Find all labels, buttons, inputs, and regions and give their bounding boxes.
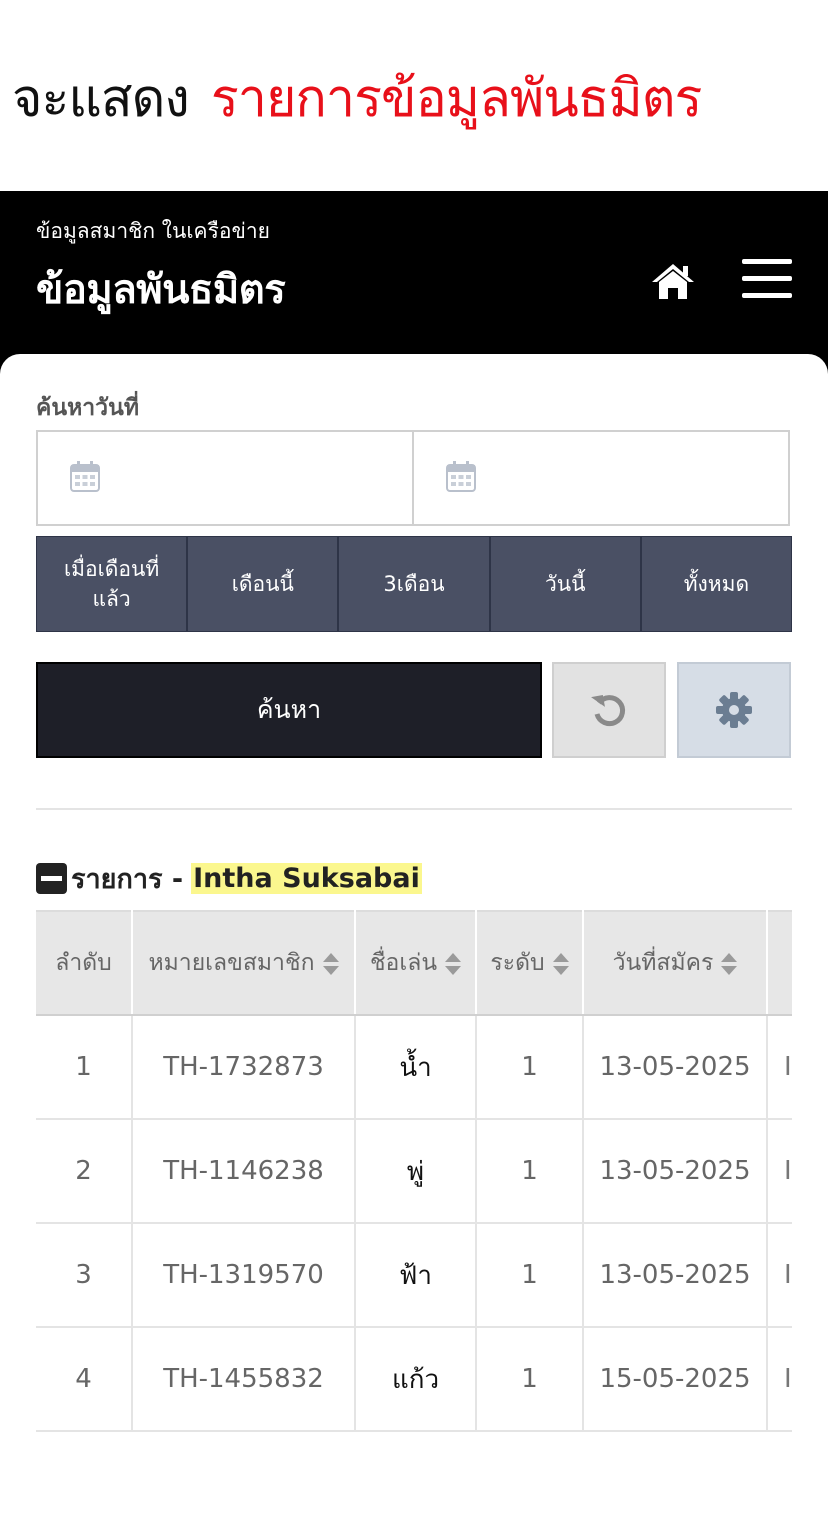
column-header-nickname[interactable]: ชื่อเล่น (355, 910, 477, 1016)
cell-joined-date: 15-05-2025 (583, 1327, 768, 1432)
settings-button[interactable] (677, 662, 791, 758)
filter-this-month-button[interactable]: เดือนนี้ (188, 537, 340, 631)
page-title: ข้อมูลพันธมิตร (36, 267, 286, 313)
list-header: รายการ - Intha Suksabai (36, 858, 422, 898)
cell-nickname: น้ำ (355, 1015, 477, 1120)
table-row[interactable]: 4 TH-1455832 แก้ว 1 15-05-2025 In (36, 1327, 792, 1432)
cell-order: 3 (36, 1223, 133, 1328)
reset-button[interactable] (552, 662, 666, 758)
cell-nickname: พู่ (355, 1119, 477, 1224)
cell-level: 1 (476, 1327, 584, 1432)
column-header-level[interactable]: ระดับ (476, 910, 584, 1016)
filter-today-button[interactable]: วันนี้ (490, 537, 642, 631)
cell-order: 4 (36, 1327, 133, 1432)
cell-level: 1 (476, 1015, 584, 1120)
table-row[interactable]: 1 TH-1732873 น้ำ 1 13-05-2025 In (36, 1015, 792, 1120)
date-from-field[interactable] (38, 432, 414, 524)
column-header-member-id[interactable]: หมายเลขสมาชิก (132, 910, 356, 1016)
home-icon[interactable] (650, 261, 696, 301)
cell-level: 1 (476, 1223, 584, 1328)
hamburger-menu-icon[interactable] (742, 259, 794, 301)
date-range-picker (36, 430, 790, 526)
cell-member-id: TH-1146238 (132, 1119, 356, 1224)
search-button[interactable]: ค้นหา (36, 662, 542, 758)
cell-joined-date: 13-05-2025 (583, 1015, 768, 1120)
cell-extra: In (767, 1015, 792, 1120)
promo-caption: จะแสดง รายการข้อมูลพันธมิตร (12, 64, 703, 144)
cell-member-id: TH-1455832 (132, 1327, 356, 1432)
cell-nickname: แก้ว (355, 1327, 477, 1432)
sort-icon[interactable] (721, 952, 738, 976)
cell-extra: In (767, 1119, 792, 1224)
column-header-order: ลำดับ (36, 910, 133, 1016)
sort-icon[interactable] (552, 952, 569, 976)
column-header-extra (767, 910, 792, 1016)
partner-table: ลำดับ หมายเลขสมาชิก ชื่อเล่น ระดับ วันที… (36, 910, 792, 1432)
cell-member-id: TH-1732873 (132, 1015, 356, 1120)
calendar-icon (446, 461, 476, 492)
cell-extra: In (767, 1223, 792, 1328)
list-title-label: รายการ - (71, 863, 184, 895)
column-header-joined-date[interactable]: วันที่สมัคร (583, 910, 768, 1016)
filter-last-month-button[interactable]: เมื่อเดือนที่แล้ว (37, 537, 189, 631)
table-header-row: ลำดับ หมายเลขสมาชิก ชื่อเล่น ระดับ วันที… (36, 910, 792, 1016)
date-to-field[interactable] (414, 432, 788, 524)
list-owner-name: Intha Suksabai (191, 862, 422, 894)
cell-member-id: TH-1319570 (132, 1223, 356, 1328)
sort-icon[interactable] (322, 952, 339, 976)
table-row[interactable]: 2 TH-1146238 พู่ 1 13-05-2025 In (36, 1119, 792, 1224)
cell-nickname: ฟ้า (355, 1223, 477, 1328)
cell-joined-date: 13-05-2025 (583, 1119, 768, 1224)
collapse-minus-icon[interactable] (36, 862, 67, 894)
cell-order: 2 (36, 1119, 133, 1224)
gear-icon (716, 692, 752, 728)
calendar-icon (70, 461, 100, 492)
header-subtitle: ข้อมูลสมาชิก ในเครือข่าย (36, 219, 270, 243)
caption-highlight: รายการข้อมูลพันธมิตร (210, 69, 703, 129)
date-search-label: ค้นหาวันที่ (36, 395, 139, 421)
caption-prefix: จะแสดง (12, 69, 190, 129)
reset-icon (591, 695, 626, 727)
partner-table-container[interactable]: ลำดับ หมายเลขสมาชิก ชื่อเล่น ระดับ วันที… (36, 910, 792, 1433)
search-card: ค้นหาวันที่ เมื่อเดือนที่แล้ว เดือนนี้ 3… (0, 354, 828, 1537)
cell-level: 1 (476, 1119, 584, 1224)
app-header: ข้อมูลสมาชิก ในเครือข่าย ข้อมูลพันธมิตร (0, 191, 828, 376)
table-row[interactable]: 3 TH-1319570 ฟ้า 1 13-05-2025 In (36, 1223, 792, 1328)
cell-extra: In (767, 1327, 792, 1432)
sort-icon[interactable] (445, 952, 462, 976)
section-divider (36, 808, 792, 810)
filter-all-button[interactable]: ทั้งหมด (641, 537, 792, 631)
cell-joined-date: 13-05-2025 (583, 1223, 768, 1328)
filter-3-months-button[interactable]: 3เดือน (339, 537, 491, 631)
quick-date-filters: เมื่อเดือนที่แล้ว เดือนนี้ 3เดือน วันนี้… (36, 536, 792, 632)
cell-order: 1 (36, 1015, 133, 1120)
